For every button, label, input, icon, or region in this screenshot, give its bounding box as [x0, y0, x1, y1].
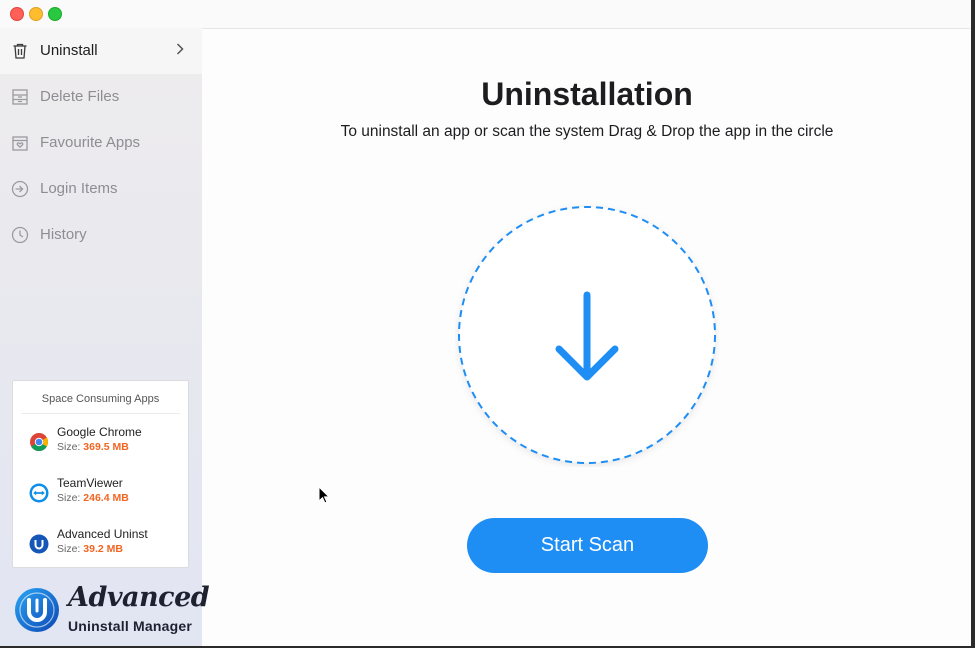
sidebar-item-label: Favourite Apps — [40, 134, 141, 151]
advanced-uninstall-icon — [29, 534, 49, 554]
sidebar-item-label: Delete Files — [40, 88, 120, 105]
main-panel: Uninstallation To uninstall an app or sc… — [202, 28, 975, 648]
app-size: Size: 246.4 MB — [57, 492, 129, 504]
app-size: Size: 369.5 MB — [57, 441, 129, 453]
sidebar-item-label: Uninstall — [40, 42, 98, 59]
app-name: Advanced Uninst — [57, 527, 148, 541]
app-window: Uninstall Delete Files Favourite Apps Lo… — [0, 0, 975, 648]
start-scan-button[interactable]: Start Scan — [467, 518, 708, 573]
sidebar: Uninstall Delete Files Favourite Apps Lo… — [0, 28, 210, 648]
clock-icon — [10, 225, 30, 245]
app-size: Size: 39.2 MB — [57, 543, 123, 555]
page-title: Uninstallation — [481, 76, 693, 112]
archive-box-icon — [10, 87, 30, 107]
advanced-uninstall-manager-logo-icon — [14, 587, 60, 633]
app-name: Google Chrome — [57, 425, 142, 439]
teamviewer-icon — [29, 483, 49, 503]
close-window-button[interactable] — [10, 7, 24, 21]
brand-logo: Advanced Uninstall Manager — [12, 582, 210, 642]
brand-subtitle: Uninstall Manager — [68, 618, 192, 634]
sidebar-item-delete-files[interactable]: Delete Files — [0, 74, 202, 120]
trash-icon — [10, 41, 30, 61]
sidebar-item-label: History — [40, 226, 87, 243]
login-arrow-icon — [10, 179, 30, 199]
title-bar — [0, 0, 975, 29]
sidebar-item-login-items[interactable]: Login Items — [0, 166, 202, 212]
list-item[interactable]: Google Chrome Size: 369.5 MB — [13, 423, 188, 463]
divider — [21, 413, 180, 414]
minimize-window-button[interactable] — [29, 7, 43, 21]
window-edge — [971, 0, 975, 648]
chrome-icon — [29, 432, 49, 452]
app-name: TeamViewer — [57, 476, 123, 490]
card-title: Space Consuming Apps — [41, 393, 160, 405]
favourite-box-icon — [10, 133, 30, 153]
drop-zone[interactable] — [455, 203, 719, 467]
mouse-pointer-icon — [318, 485, 331, 509]
brand-script-text: Advanced — [68, 582, 210, 613]
sidebar-item-label: Login Items — [40, 180, 118, 197]
space-consuming-apps-card: Space Consuming Apps Google Chrome Size:… — [12, 380, 189, 568]
list-item[interactable]: Advanced Uninst Size: 39.2 MB — [13, 525, 188, 565]
sidebar-item-history[interactable]: History — [0, 212, 202, 258]
chevron-right-icon — [174, 42, 186, 61]
sidebar-item-favourite-apps[interactable]: Favourite Apps — [0, 120, 202, 166]
page-subtitle: To uninstall an app or scan the system D… — [340, 123, 834, 140]
sidebar-item-uninstall[interactable]: Uninstall — [0, 28, 202, 74]
list-item[interactable]: TeamViewer Size: 246.4 MB — [13, 474, 188, 514]
zoom-window-button[interactable] — [48, 7, 62, 21]
